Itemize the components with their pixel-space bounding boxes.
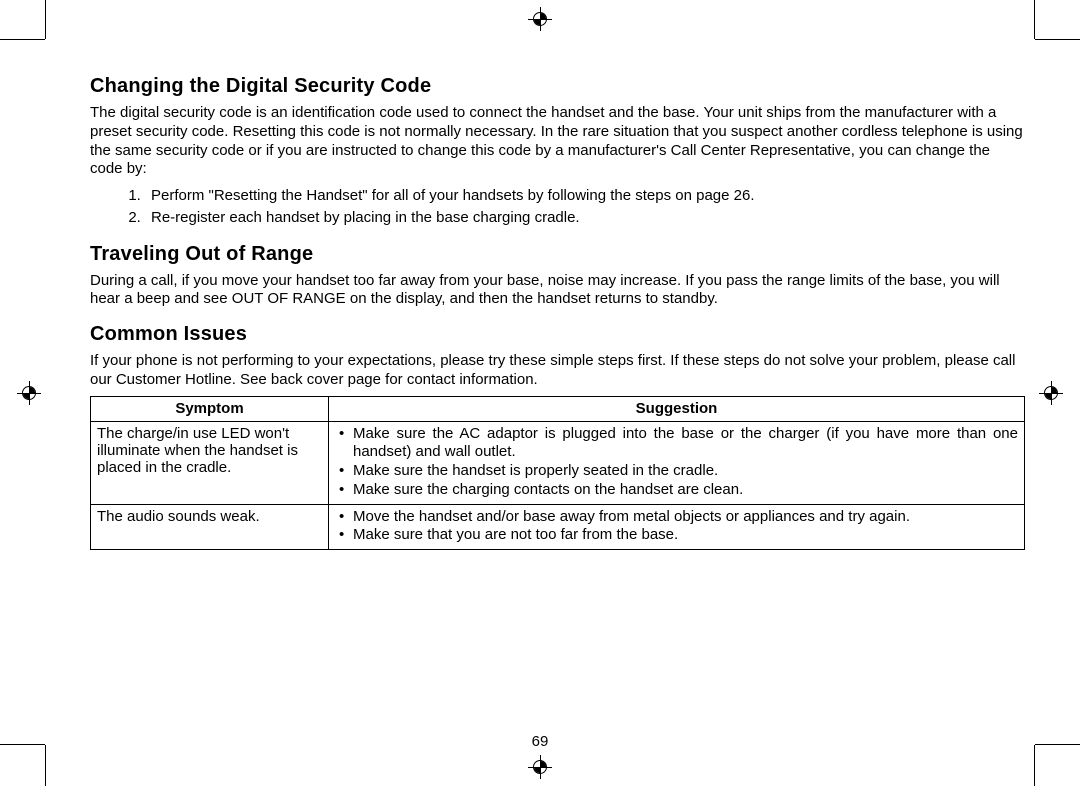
- issues-table: Symptom Suggestion The charge/in use LED…: [90, 396, 1025, 551]
- crop-mark: [1034, 0, 1035, 39]
- symptom-cell: The charge/in use LED won't illuminate w…: [91, 421, 329, 504]
- heading-security-code: Changing the Digital Security Code: [90, 75, 1025, 98]
- table-row: The charge/in use LED won't illuminate w…: [91, 421, 1025, 504]
- registration-mark-icon: [531, 758, 549, 776]
- list-item: Make sure that you are not too far from …: [353, 526, 1018, 545]
- crop-mark: [1034, 745, 1035, 786]
- registration-mark-icon: [531, 10, 549, 28]
- steps-list: Perform "Resetting the Handset" for all …: [90, 185, 1025, 229]
- crop-mark: [0, 39, 45, 40]
- heading-out-of-range: Traveling Out of Range: [90, 243, 1025, 266]
- symptom-cell: The audio sounds weak.: [91, 504, 329, 550]
- list-item: Make sure the handset is properly seated…: [353, 462, 1018, 481]
- body-common-issues: If your phone is not performing to your …: [90, 352, 1025, 390]
- list-item: Move the handset and/or base away from m…: [353, 508, 1018, 527]
- body-security-code: The digital security code is an identifi…: [90, 104, 1025, 179]
- col-suggestion: Suggestion: [329, 396, 1025, 421]
- heading-common-issues: Common Issues: [90, 323, 1025, 346]
- page-number: 69: [532, 733, 549, 750]
- list-item: Make sure the AC adaptor is plugged into…: [353, 425, 1018, 463]
- crop-mark: [45, 745, 46, 786]
- page-content: Changing the Digital Security Code The d…: [90, 75, 1025, 726]
- list-item: Make sure the charging contacts on the h…: [353, 481, 1018, 500]
- suggestion-cell: Move the handset and/or base away from m…: [329, 504, 1025, 550]
- registration-mark-icon: [1042, 384, 1060, 402]
- table-header-row: Symptom Suggestion: [91, 396, 1025, 421]
- list-item: Perform "Resetting the Handset" for all …: [145, 185, 1025, 207]
- crop-mark: [0, 744, 45, 745]
- crop-mark: [1035, 744, 1080, 745]
- list-item: Re-register each handset by placing in t…: [145, 207, 1025, 229]
- table-row: The audio sounds weak. Move the handset …: [91, 504, 1025, 550]
- registration-mark-icon: [20, 384, 38, 402]
- col-symptom: Symptom: [91, 396, 329, 421]
- crop-mark: [1035, 39, 1080, 40]
- body-out-of-range: During a call, if you move your handset …: [90, 272, 1025, 310]
- crop-mark: [45, 0, 46, 39]
- suggestion-cell: Make sure the AC adaptor is plugged into…: [329, 421, 1025, 504]
